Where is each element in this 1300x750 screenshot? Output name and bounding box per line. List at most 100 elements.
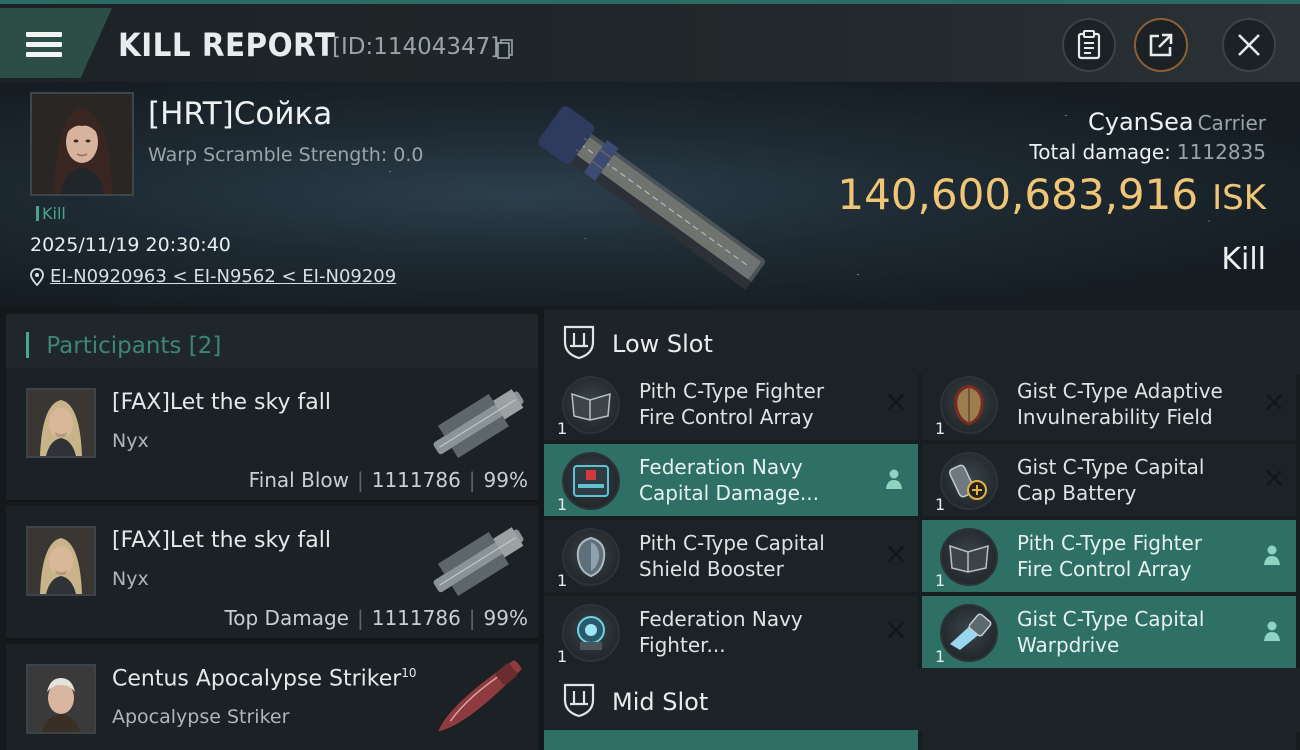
isk-unit: ISK bbox=[1212, 178, 1266, 218]
kill-result: Kill bbox=[1221, 242, 1266, 277]
module-quantity: 1 bbox=[935, 495, 946, 514]
module-name: Pith C-Type Fighter Fire Control Array bbox=[639, 379, 825, 429]
close-button[interactable] bbox=[1222, 18, 1276, 72]
participant-row[interactable]: [FAX]Let the sky fall Nyx Top Damage | 111… bbox=[6, 506, 538, 640]
participant-ship-image bbox=[438, 659, 522, 732]
corp-name[interactable]: CyanSea bbox=[1088, 108, 1194, 136]
participant-stats: Final Blow | 1111786 | 99% bbox=[248, 468, 528, 492]
victim-portrait[interactable] bbox=[30, 92, 134, 196]
participant-ship: Nyx bbox=[112, 568, 149, 590]
victim-avatar bbox=[32, 94, 132, 194]
module-quantity: 1 bbox=[935, 571, 946, 590]
ship-class: Carrier bbox=[1197, 111, 1266, 135]
module-name: Pith C-Type Capital Shield Booster bbox=[639, 531, 825, 581]
module-item[interactable]: 1 Federation Navy Fighter... bbox=[544, 596, 918, 668]
fighter-support-icon bbox=[577, 616, 605, 650]
module-icon bbox=[562, 528, 620, 586]
module-name: Gist C-Type Adaptive Invulnerability Fiel… bbox=[1017, 379, 1223, 429]
module-icon bbox=[562, 376, 620, 434]
kill-location[interactable]: EI-N0920963 < EI-N9562 < EI-N09209 bbox=[30, 266, 396, 287]
module-item[interactable]: 1 Federation Navy Capital Damage... bbox=[544, 444, 918, 516]
module-quantity: 1 bbox=[557, 571, 568, 590]
close-icon bbox=[1238, 34, 1260, 56]
participant-name[interactable]: [FAX]Let the sky fall bbox=[112, 390, 331, 415]
participant-row[interactable]: Centus Apocalypse Striker10 Apocalypse S… bbox=[6, 644, 538, 750]
victim-name[interactable]: [HRT]Сойка bbox=[148, 96, 332, 132]
isk-amount: 140,600,683,916 bbox=[837, 170, 1199, 219]
participant-name[interactable]: Centus Apocalypse Striker10 bbox=[112, 666, 417, 691]
top-bar: KILL REPORT [ID:11404347] bbox=[0, 0, 1300, 82]
participant-role: Top Damage bbox=[224, 606, 349, 630]
damage-amplifier-icon bbox=[573, 465, 609, 497]
participant-name[interactable]: [FAX]Let the sky fall bbox=[112, 528, 331, 553]
victim-ship-image bbox=[538, 106, 766, 291]
menu-button[interactable] bbox=[0, 8, 112, 78]
low-slot-icon bbox=[563, 325, 595, 360]
participant-role: Final Blow bbox=[248, 468, 349, 492]
module-icon bbox=[940, 604, 998, 662]
participant-percent: 99% bbox=[483, 468, 528, 492]
participant-portrait bbox=[28, 528, 94, 594]
participant-percent: 99% bbox=[483, 606, 528, 630]
clipboard-icon bbox=[1077, 30, 1101, 60]
module-quantity: 1 bbox=[935, 647, 946, 666]
dropped-user-icon bbox=[886, 469, 902, 489]
module-item[interactable] bbox=[544, 730, 918, 750]
participant-name-text: Centus Apocalypse Striker bbox=[112, 666, 402, 692]
cap-battery-icon bbox=[948, 464, 987, 500]
module-name: Gist C-Type Capital Cap Battery bbox=[1017, 455, 1205, 505]
invulnerability-field-icon bbox=[954, 384, 984, 426]
module-icon bbox=[562, 604, 620, 662]
participant-row[interactable]: [FAX]Let the sky fall Nyx Final Blow | 111… bbox=[6, 368, 538, 502]
avatar[interactable] bbox=[26, 388, 96, 458]
participant-ship: Apocalypse Striker bbox=[112, 706, 290, 728]
participant-portrait bbox=[28, 666, 94, 732]
avatar[interactable] bbox=[26, 664, 96, 734]
modules-panel: Low Slot 1 Pith C-Type Fighter Fire Contr… bbox=[544, 306, 1300, 750]
low-slot-header: Low Slot bbox=[544, 310, 1300, 374]
module-item[interactable]: 1 Gist C-Type Adaptive Invulnerability Fi… bbox=[922, 368, 1296, 440]
kill-datetime: 2025/11/19 20:30:40 bbox=[30, 234, 231, 256]
participant-ship-image bbox=[433, 389, 524, 459]
menu-icon[interactable] bbox=[26, 30, 62, 60]
module-item[interactable]: 1 Gist C-Type Capital Warpdrive bbox=[922, 596, 1296, 668]
mid-slot-header: Mid Slot bbox=[544, 668, 1300, 732]
copy-icon[interactable] bbox=[497, 39, 513, 59]
location-text[interactable]: EI-N0920963 < EI-N9562 < EI-N09209 bbox=[50, 266, 396, 287]
participants-count: [2] bbox=[188, 333, 222, 359]
avatar[interactable] bbox=[26, 526, 96, 596]
mid-slot-icon bbox=[563, 683, 595, 718]
destroyed-icon bbox=[1266, 470, 1282, 486]
destroyed-icon bbox=[888, 394, 904, 410]
module-quantity: 1 bbox=[557, 647, 568, 666]
module-quantity: 1 bbox=[557, 419, 568, 438]
participant-stats: Top Damage | 1111786 | 99% bbox=[224, 606, 528, 630]
participant-portrait bbox=[28, 390, 94, 456]
shield-booster-icon bbox=[576, 536, 606, 578]
destroyed-icon bbox=[888, 546, 904, 562]
participant-ship: Nyx bbox=[112, 430, 149, 452]
page-title: KILL REPORT bbox=[118, 26, 336, 64]
module-item[interactable]: 1 Pith C-Type Fighter Fire Control Array bbox=[544, 368, 918, 440]
victim-header: [HRT]Сойка Warp Scramble Strength: 0.0 K… bbox=[0, 82, 1300, 306]
participant-damage: 1111786 bbox=[371, 468, 461, 492]
clipboard-button[interactable] bbox=[1062, 18, 1116, 72]
module-item[interactable]: 1 Gist C-Type Capital Cap Battery bbox=[922, 444, 1296, 516]
location-pin-icon bbox=[30, 267, 44, 286]
module-item[interactable]: 1 Pith C-Type Fighter Fire Control Array bbox=[922, 520, 1296, 592]
low-slot-label: Low Slot bbox=[612, 330, 713, 358]
module-name: Federation Navy Capital Damage... bbox=[639, 455, 819, 505]
module-name: Pith C-Type Fighter Fire Control Array bbox=[1017, 531, 1203, 581]
mid-slot-label: Mid Slot bbox=[612, 688, 709, 716]
total-damage-value: 1112835 bbox=[1176, 140, 1266, 164]
warp-scramble-strength: Warp Scramble Strength: 0.0 bbox=[148, 144, 424, 166]
participants-panel: Participants [2] [FAX]Let the sky fall N… bbox=[0, 306, 540, 750]
module-icon bbox=[940, 376, 998, 434]
victim-corp: CyanSea Carrier bbox=[1088, 108, 1266, 136]
total-damage: Total damage: 1112835 bbox=[1029, 140, 1266, 164]
destroyed-icon bbox=[888, 622, 904, 638]
share-button[interactable] bbox=[1134, 18, 1188, 72]
module-item[interactable] bbox=[922, 730, 1296, 750]
module-item[interactable]: 1 Pith C-Type Capital Shield Booster bbox=[544, 520, 918, 592]
module-icon bbox=[940, 452, 998, 510]
